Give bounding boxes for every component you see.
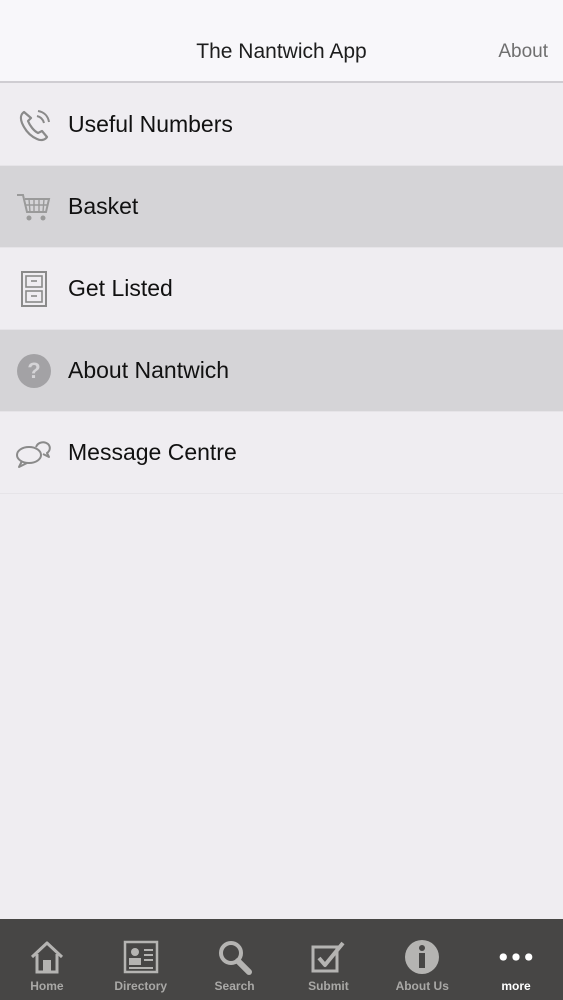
- home-icon: [27, 938, 67, 976]
- tab-label: About Us: [395, 979, 449, 993]
- more-icon: [496, 938, 536, 976]
- tab-submit[interactable]: Submit: [281, 919, 375, 1000]
- directory-icon: [121, 938, 161, 976]
- tab-label: Directory: [114, 979, 168, 993]
- about-button[interactable]: About: [498, 41, 548, 63]
- menu-item-useful-numbers[interactable]: Useful Numbers: [0, 84, 563, 166]
- nav-bar: The Nantwich App About: [0, 0, 563, 83]
- menu-item-label: Useful Numbers: [68, 111, 233, 137]
- page-title: The Nantwich App: [196, 40, 367, 63]
- menu-item-basket[interactable]: Basket: [0, 166, 563, 248]
- info-icon: [402, 938, 442, 976]
- tab-bar: Home Directory Search Submit About Us mo…: [0, 919, 563, 1000]
- cart-icon: [0, 166, 68, 248]
- menu-item-about-nantwich[interactable]: ? About Nantwich: [0, 330, 563, 412]
- menu-item-message-centre[interactable]: Message Centre: [0, 412, 563, 494]
- cabinet-icon: [0, 248, 68, 330]
- menu-item-label: Get Listed: [68, 275, 173, 301]
- tab-home[interactable]: Home: [0, 919, 94, 1000]
- tab-more[interactable]: more: [469, 919, 563, 1000]
- menu-item-get-listed[interactable]: Get Listed: [0, 248, 563, 330]
- menu-item-label: Basket: [68, 193, 139, 219]
- tab-search[interactable]: Search: [188, 919, 282, 1000]
- tab-label: Home: [30, 979, 64, 993]
- tab-label: more: [501, 979, 531, 993]
- tab-label: Search: [214, 979, 255, 993]
- question-icon: ?: [0, 330, 68, 412]
- search-icon: [215, 938, 255, 976]
- submit-icon: [308, 938, 348, 976]
- menu-list: Useful Numbers Basket Get Listed ? About…: [0, 84, 563, 494]
- tab-label: Submit: [308, 979, 349, 993]
- menu-item-label: About Nantwich: [68, 357, 230, 383]
- tab-about-us[interactable]: About Us: [375, 919, 469, 1000]
- svg-text:?: ?: [27, 358, 40, 383]
- tab-directory[interactable]: Directory: [94, 919, 188, 1000]
- menu-item-label: Message Centre: [68, 439, 237, 465]
- chat-icon: [0, 412, 68, 494]
- phone-icon: [0, 84, 68, 166]
